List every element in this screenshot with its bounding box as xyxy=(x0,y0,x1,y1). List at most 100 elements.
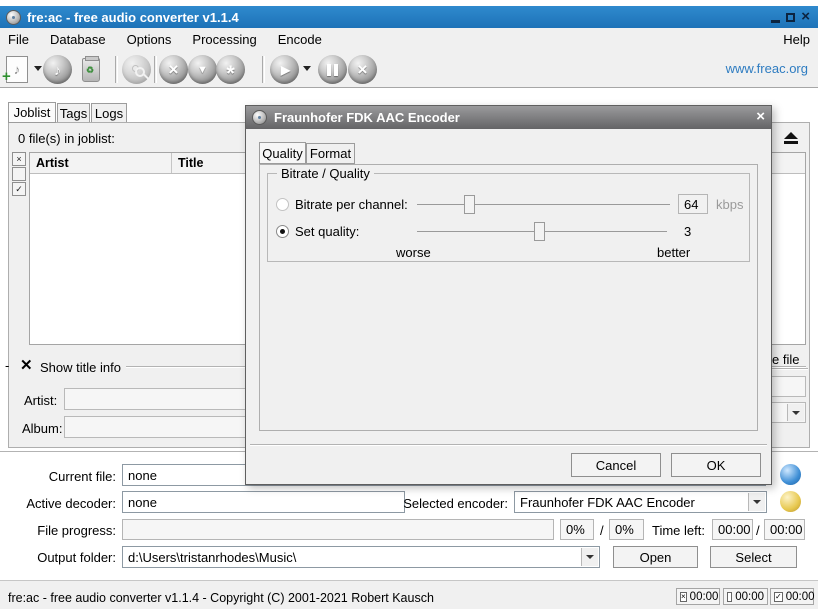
eject-icon xyxy=(784,132,798,139)
file-progress-percent: 0% xyxy=(560,519,594,540)
show-title-info-checkbox[interactable]: ✕ xyxy=(20,356,33,374)
dialog-tab-format[interactable]: Format xyxy=(306,143,355,164)
gear-icon[interactable]: * xyxy=(216,55,245,84)
statusbar-cell-3: ✓ 00:00 xyxy=(770,588,814,605)
select-none-button[interactable] xyxy=(12,167,26,181)
toolbar-separator xyxy=(115,56,118,83)
better-label: better xyxy=(657,245,690,260)
window-title: fre:ac - free audio converter v1.1.4 xyxy=(27,10,239,25)
menu-encode[interactable]: Encode xyxy=(278,32,322,47)
menu-options[interactable]: Options xyxy=(127,32,172,47)
encode-single-file-label[interactable]: e file xyxy=(772,352,799,367)
show-title-info-label[interactable]: Show title info xyxy=(40,360,121,375)
current-file-label: Current file: xyxy=(0,469,116,484)
freac-website-link[interactable]: www.freac.org xyxy=(726,61,808,76)
menu-database[interactable]: Database xyxy=(50,32,106,47)
cd-lookup-icon xyxy=(122,55,151,84)
play-dropdown-icon[interactable] xyxy=(303,66,311,71)
column-artist[interactable]: Artist xyxy=(30,153,172,173)
output-folder-label: Output folder: xyxy=(0,550,116,565)
dialog-title-bar: Fraunhofer FDK AAC Encoder × xyxy=(246,106,771,129)
toolbar: ♪ + ♪ ♻ × ▼ * ▶ xyxy=(0,50,818,88)
tab-logs[interactable]: Logs xyxy=(91,103,127,123)
chevron-down-icon[interactable] xyxy=(581,548,598,566)
menu-processing[interactable]: Processing xyxy=(192,32,256,47)
play-icon[interactable]: ▶ xyxy=(270,55,299,84)
music-file-icon[interactable]: ♪ xyxy=(43,55,72,84)
plus-badge-icon: + xyxy=(2,68,11,85)
group-label: Bitrate / Quality xyxy=(277,166,374,181)
select-all-button[interactable]: × xyxy=(12,152,26,166)
toolbar-separator xyxy=(262,56,265,83)
eject-disc-button[interactable] xyxy=(776,128,806,147)
bitrate-unit: kbps xyxy=(716,197,743,212)
statusbar-cell-1: × 00:00 xyxy=(676,588,720,605)
statusbar-cell-2: 00:00 xyxy=(723,588,768,605)
file-progress-bar xyxy=(122,519,554,540)
bitrate-value: 64 xyxy=(678,194,708,214)
filter-icon[interactable]: ▼ xyxy=(188,55,217,84)
active-decoder-label: Active decoder: xyxy=(0,496,116,511)
bitrate-radio[interactable] xyxy=(276,198,289,211)
bitrate-slider[interactable] xyxy=(417,204,670,205)
artist-label: Artist: xyxy=(24,393,57,408)
menu-help[interactable]: Help xyxy=(783,32,810,47)
dialog-close-icon[interactable]: × xyxy=(756,108,765,125)
time-left-label: Time left: xyxy=(652,523,705,538)
minimize-icon[interactable] xyxy=(771,20,780,23)
add-files-dropdown-icon[interactable] xyxy=(34,66,42,71)
tools-icon[interactable]: × xyxy=(159,55,188,84)
delete-icon[interactable]: ♻ xyxy=(82,58,100,82)
check-box-icon: ✓ xyxy=(774,592,783,602)
app-logo-icon xyxy=(6,10,21,25)
slash-separator: / xyxy=(756,523,760,538)
stop-icon[interactable]: × xyxy=(348,55,377,84)
menu-file[interactable]: File xyxy=(8,32,29,47)
toggle-selection-button[interactable]: ✓ xyxy=(12,182,26,196)
chevron-down-icon[interactable] xyxy=(748,493,765,511)
set-quality-label: Set quality: xyxy=(295,224,359,239)
filter-shortcut-icon[interactable] xyxy=(780,464,801,485)
bitrate-quality-group: Bitrate / Quality Bitrate per channel: 6… xyxy=(267,173,750,262)
active-decoder-field: none xyxy=(122,491,405,513)
album-label: Album: xyxy=(22,421,62,436)
tab-joblist[interactable]: Joblist xyxy=(8,102,56,123)
quality-slider-handle[interactable] xyxy=(534,222,545,241)
status-bar: fre:ac - free audio converter v1.1.4 - C… xyxy=(0,580,818,609)
divider xyxy=(250,444,767,446)
worse-label: worse xyxy=(396,245,431,260)
close-icon[interactable]: × xyxy=(801,10,810,24)
joblist-count: 0 file(s) in joblist: xyxy=(18,131,115,146)
output-folder-combo[interactable]: d:\Users\tristanrhodes\Music\ xyxy=(122,546,600,568)
divider xyxy=(770,368,808,370)
time-left-file: 00:00 xyxy=(712,519,753,540)
chevron-down-icon[interactable] xyxy=(787,404,804,421)
dialog-tab-quality[interactable]: Quality xyxy=(259,142,306,164)
total-progress-percent: 0% xyxy=(609,519,644,540)
select-button[interactable]: Select xyxy=(710,546,797,568)
bitrate-slider-handle[interactable] xyxy=(464,195,475,214)
encoder-config-dialog: Fraunhofer FDK AAC Encoder × Quality For… xyxy=(245,105,772,485)
pause-icon[interactable] xyxy=(318,55,347,84)
toolbar-separator xyxy=(154,56,157,83)
add-files-icon[interactable]: ♪ + xyxy=(6,56,28,83)
menu-bar: File Database Options Processing Encode … xyxy=(0,28,818,50)
encoder-settings-icon[interactable] xyxy=(780,491,801,512)
slash-separator: / xyxy=(600,523,604,538)
open-button[interactable]: Open xyxy=(613,546,698,568)
selected-encoder-label: Selected encoder: xyxy=(400,496,508,511)
x-box-icon: × xyxy=(680,592,687,602)
quality-value: 3 xyxy=(684,224,691,239)
ok-button[interactable]: OK xyxy=(671,453,761,477)
dialog-title: Fraunhofer FDK AAC Encoder xyxy=(274,110,460,125)
file-progress-label: File progress: xyxy=(0,523,116,538)
set-quality-radio[interactable] xyxy=(276,225,289,238)
dialog-logo-icon xyxy=(252,110,267,125)
collapse-handle[interactable]: - xyxy=(5,358,9,373)
selected-encoder-combo[interactable]: Fraunhofer FDK AAC Encoder xyxy=(514,491,767,513)
cancel-button[interactable]: Cancel xyxy=(571,453,661,477)
empty-box-icon xyxy=(727,592,732,602)
tab-tags[interactable]: Tags xyxy=(57,103,90,123)
maximize-icon[interactable] xyxy=(786,13,795,22)
title-bar: fre:ac - free audio converter v1.1.4 × xyxy=(0,6,818,28)
